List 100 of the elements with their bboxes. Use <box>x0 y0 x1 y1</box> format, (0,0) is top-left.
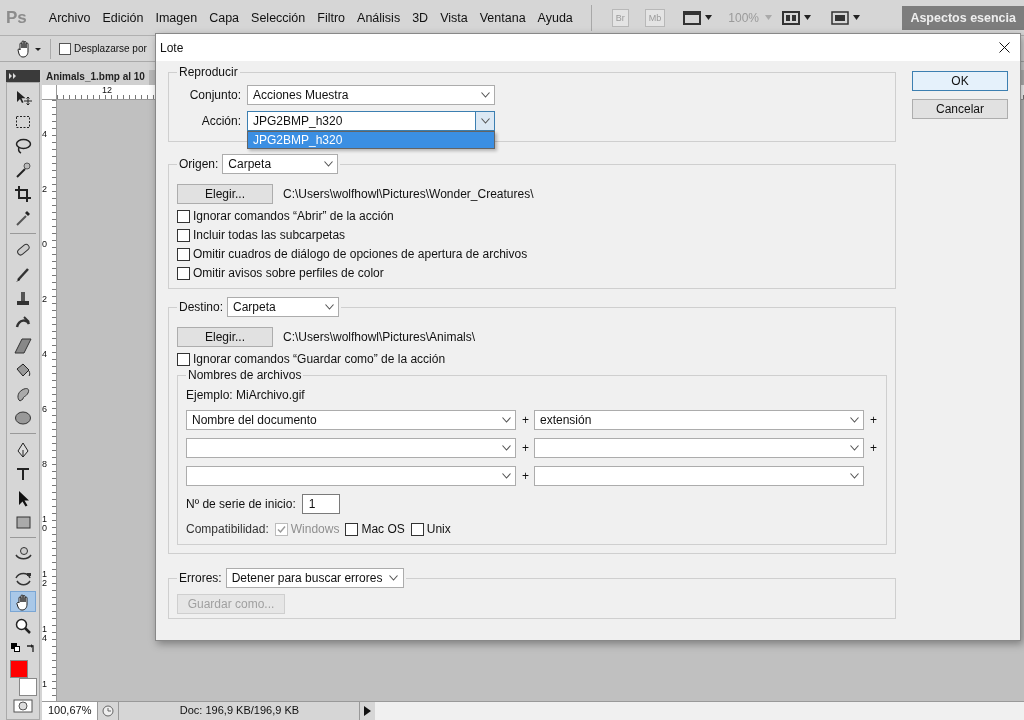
dropdown[interactable]: JPG2BMP_h320 <box>247 111 495 131</box>
chevron-icon <box>849 417 859 423</box>
chevron-icon <box>501 473 511 479</box>
dropdown[interactable]: Nombre del documento <box>186 410 516 430</box>
document-tab[interactable]: Animals_1.bmp al 10 <box>42 70 149 85</box>
default-colors-icon[interactable] <box>10 643 20 652</box>
ruler-label: 12 <box>42 570 48 590</box>
ruler-label: 4 <box>42 130 48 141</box>
field-label: Errores: <box>179 571 222 585</box>
menu-item[interactable]: Capa <box>203 10 246 25</box>
screen-mode-icon[interactable] <box>831 10 850 25</box>
input-field[interactable]: 1 <box>301 494 340 514</box>
chevron-icon <box>480 92 490 98</box>
checkbox-option[interactable]: Omitir cuadros de diálogo de opciones de apertura de archivos <box>177 247 887 261</box>
checkbox-option[interactable]: Ignorar comandos “Guardar como” de la acción <box>177 352 887 366</box>
ok-button[interactable]: OK <box>912 71 1008 91</box>
horizontal-scrollbar[interactable] <box>375 702 1024 720</box>
field-label: Compatibilidad: <box>186 522 269 536</box>
dropdown[interactable]: Detener para buscar errores <box>225 568 404 588</box>
group-title: Nombres de archivos <box>188 368 302 382</box>
field-label: Destino: <box>179 300 224 314</box>
workspace-button[interactable]: Aspectos esencia <box>902 5 1024 30</box>
plus-sign: + <box>522 441 528 455</box>
checkbox[interactable] <box>177 266 190 280</box>
checkbox-option[interactable]: Incluir todas las subcarpetas <box>177 228 887 242</box>
menu-item[interactable]: 3D <box>406 10 435 25</box>
play-triangle-icon[interactable] <box>364 706 372 716</box>
checkbox-option[interactable]: Unix <box>410 522 451 536</box>
plus-sign: + <box>870 441 876 455</box>
choose-button[interactable]: Elegir... <box>177 184 273 204</box>
folder-path: C:\Users\wolfhowl\Pictures\Wonder_Creatures\ <box>283 187 534 201</box>
checkbox[interactable] <box>177 247 190 261</box>
zoom-icon <box>14 616 32 635</box>
caret-icon[interactable] <box>705 15 713 20</box>
menu-item[interactable]: Archivo <box>42 10 97 25</box>
checkbox-option[interactable]: Omitir avisos sobre perfiles de color <box>177 266 887 280</box>
field-label: Origen: <box>179 157 219 171</box>
menu-item[interactable]: Análisis <box>351 10 407 25</box>
sponge-icon <box>14 408 32 427</box>
close-icon[interactable] <box>999 42 1010 53</box>
chevron-icon <box>501 445 511 451</box>
menu-item[interactable]: Imagen <box>149 10 204 25</box>
menu-item[interactable]: Ventana <box>473 10 532 25</box>
checkbox[interactable] <box>177 352 190 366</box>
ruler-label: 2 <box>42 295 48 306</box>
lasso-tool-icon <box>14 136 32 155</box>
ruler-label: 10 <box>42 515 48 535</box>
zoom-field[interactable]: 100,67% <box>42 702 99 720</box>
checkbox-option[interactable]: Ignorar comandos “Abrir” de la acción <box>177 209 887 223</box>
chevron-icon <box>849 445 859 451</box>
chevron-icon <box>501 417 511 423</box>
double-chevron-icon[interactable] <box>9 73 17 79</box>
dropdown[interactable]: Acciones Muestra <box>247 85 495 105</box>
plus-sign: + <box>870 413 876 427</box>
clock-icon[interactable] <box>102 705 115 717</box>
layout-icon[interactable] <box>782 10 801 25</box>
dropdown[interactable]: Carpeta <box>227 297 340 317</box>
dropdown[interactable]: extensión <box>534 410 864 430</box>
group-title: Reproducir <box>179 65 238 79</box>
menu-item[interactable]: Filtro <box>311 10 352 25</box>
caret-icon[interactable] <box>804 15 812 20</box>
checkbox[interactable] <box>177 228 190 242</box>
checkbox[interactable] <box>410 522 424 536</box>
checkbox[interactable] <box>59 42 71 55</box>
ruler-label: 14 <box>42 625 48 645</box>
document-size: Doc: 196,9 KB/196,9 KB <box>119 702 361 720</box>
cancel-button[interactable]: Cancelar <box>912 99 1008 119</box>
app-logo: Ps <box>6 7 27 28</box>
dialog-title: Lote <box>160 40 184 55</box>
checkbox[interactable] <box>345 522 359 536</box>
caret-icon[interactable] <box>853 15 861 20</box>
ruler-label: 1 <box>42 680 48 691</box>
plus-sign: + <box>522 469 528 483</box>
film-strip-icon[interactable] <box>683 10 702 25</box>
background-color-swatch[interactable] <box>19 678 37 696</box>
hand-icon[interactable] <box>16 39 42 58</box>
field-label: Acción: <box>200 114 241 128</box>
swap-arrows-icon[interactable] <box>25 643 36 653</box>
choose-button[interactable]: Elegir... <box>177 327 273 347</box>
checkbox-option[interactable]: Desplazarse por <box>59 42 147 55</box>
quick-mask-icon[interactable] <box>13 699 33 713</box>
chevron-icon <box>849 473 859 479</box>
dropdown[interactable]: Carpeta <box>222 154 339 174</box>
ruler-label: 0 <box>42 240 48 251</box>
move-tool-icon <box>14 88 32 107</box>
checkbox[interactable] <box>177 209 190 223</box>
menu-item[interactable]: Ayuda <box>531 10 579 25</box>
ruler-label: 2 <box>42 185 48 196</box>
tool-button[interactable] <box>10 591 36 612</box>
menu-item[interactable]: Edición <box>96 10 150 25</box>
checkbox-option[interactable]: Mac OS <box>345 522 405 536</box>
example-text: Ejemplo: MiArchivo.gif <box>186 388 306 402</box>
menu-item[interactable]: Selección <box>245 10 312 25</box>
eraser-icon <box>14 336 32 355</box>
foreground-color-swatch[interactable] <box>10 660 28 678</box>
ruler-label: 8 <box>42 460 48 471</box>
plus-sign: + <box>522 413 528 427</box>
chevron-icon <box>389 575 399 581</box>
crop-tool-icon <box>14 184 32 203</box>
menu-item[interactable]: Vista <box>434 10 474 25</box>
